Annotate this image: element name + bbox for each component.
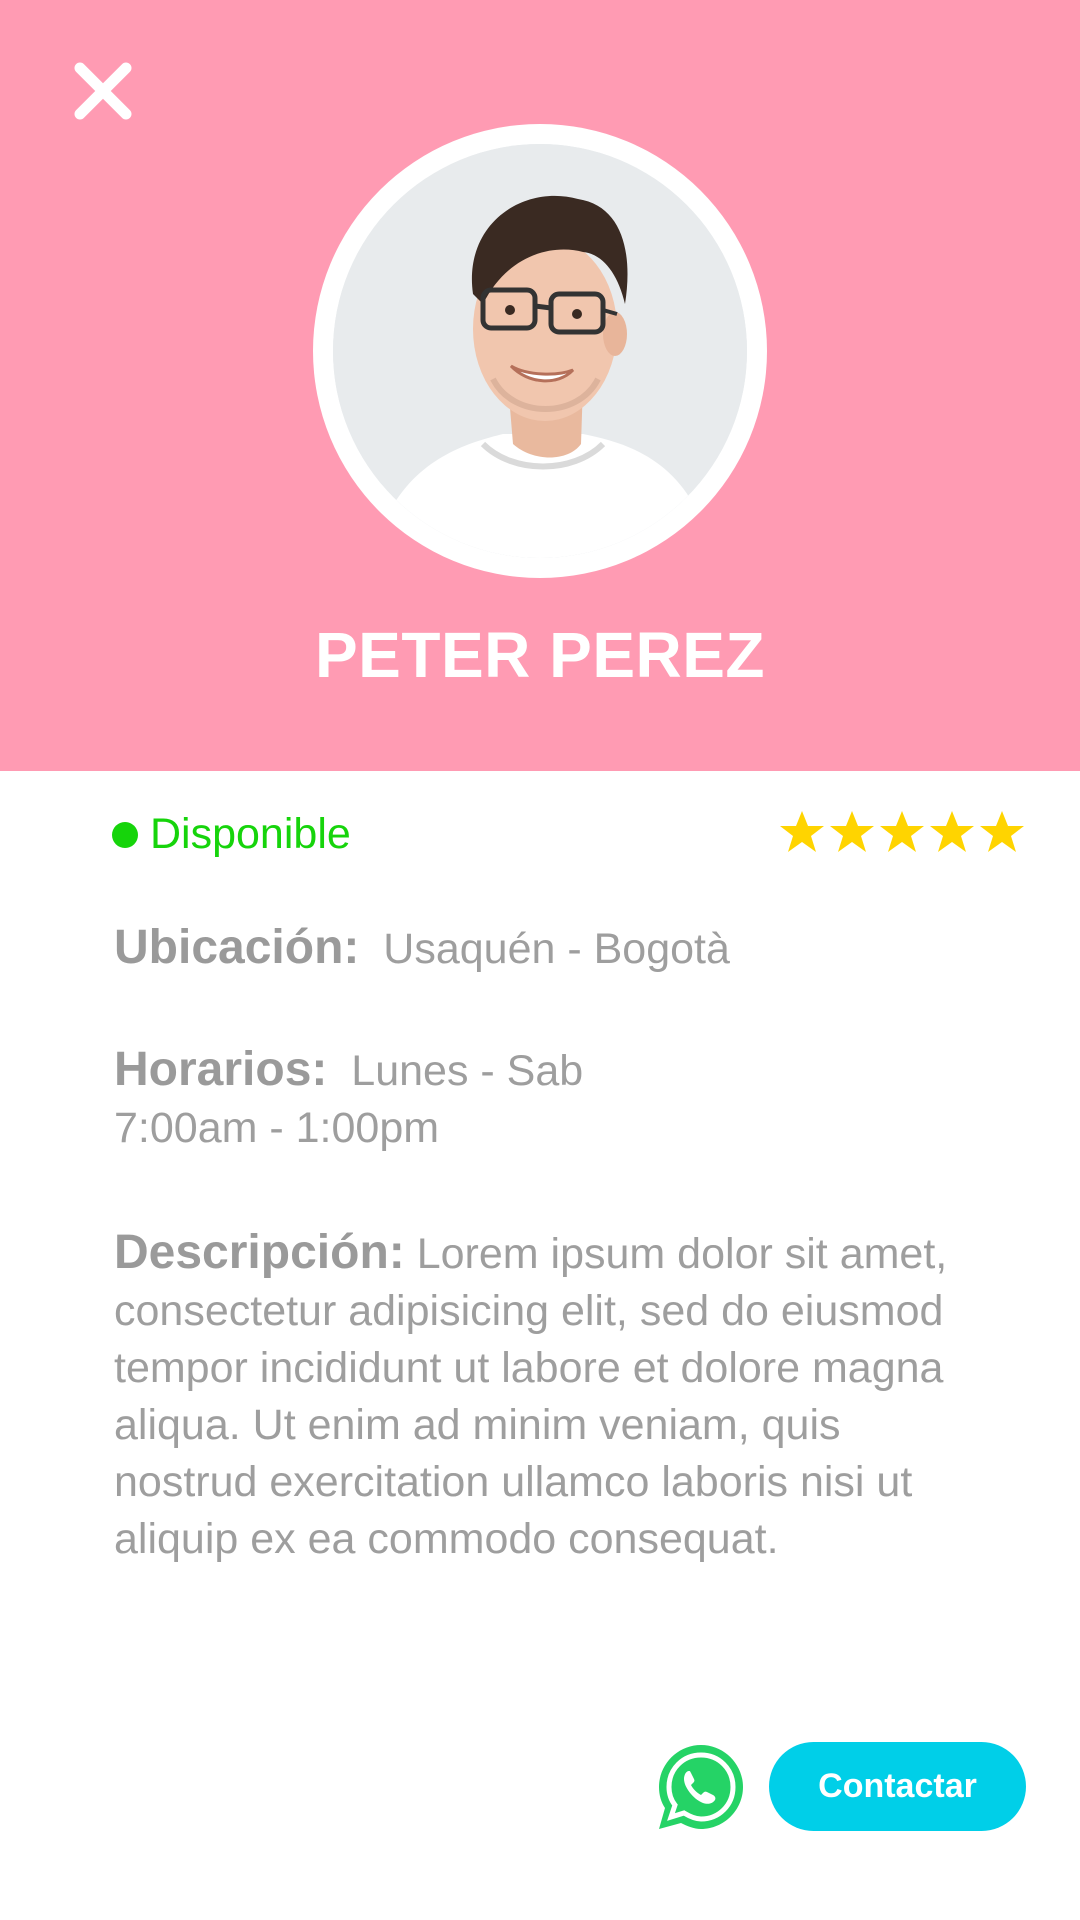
star-icon	[978, 808, 1026, 856]
location-row: Ubicación: Usaquén - Bogotà	[114, 919, 994, 978]
status-label: Disponible	[150, 810, 351, 858]
hours-row: Horarios: Lunes - Sab 7:00am - 1:00pm	[114, 1041, 994, 1157]
profile-name: PETER PEREZ	[314, 619, 766, 691]
hours-days: Lunes - Sab	[351, 1047, 584, 1095]
avatar-ring	[313, 124, 767, 578]
star-icon	[928, 808, 976, 856]
star-icon	[828, 808, 876, 856]
hours-time: 7:00am - 1:00pm	[114, 1104, 440, 1152]
contact-button[interactable]: Contactar	[769, 1742, 1026, 1831]
location-label: Ubicación:	[114, 921, 360, 974]
profile-photo	[333, 144, 747, 558]
close-button[interactable]	[70, 58, 136, 124]
close-icon	[74, 62, 132, 120]
location-value: Usaquén - Bogotà	[383, 925, 730, 973]
hours-label: Horarios:	[114, 1043, 328, 1096]
description-row: Descripción: Lorem ipsum dolor sit amet,…	[114, 1224, 984, 1568]
availability-status: Disponible	[112, 810, 351, 859]
star-icon	[878, 808, 926, 856]
whatsapp-button[interactable]	[655, 1741, 747, 1833]
rating-stars	[778, 808, 1028, 856]
description-label: Descripción:	[114, 1226, 405, 1279]
status-dot-icon	[112, 821, 138, 848]
description-text: Lorem ipsum dolor sit amet, consectetur …	[114, 1230, 948, 1563]
whatsapp-icon	[659, 1745, 743, 1829]
profile-header: PETER PEREZ	[0, 0, 1080, 771]
star-icon	[778, 808, 826, 856]
avatar	[333, 144, 747, 558]
